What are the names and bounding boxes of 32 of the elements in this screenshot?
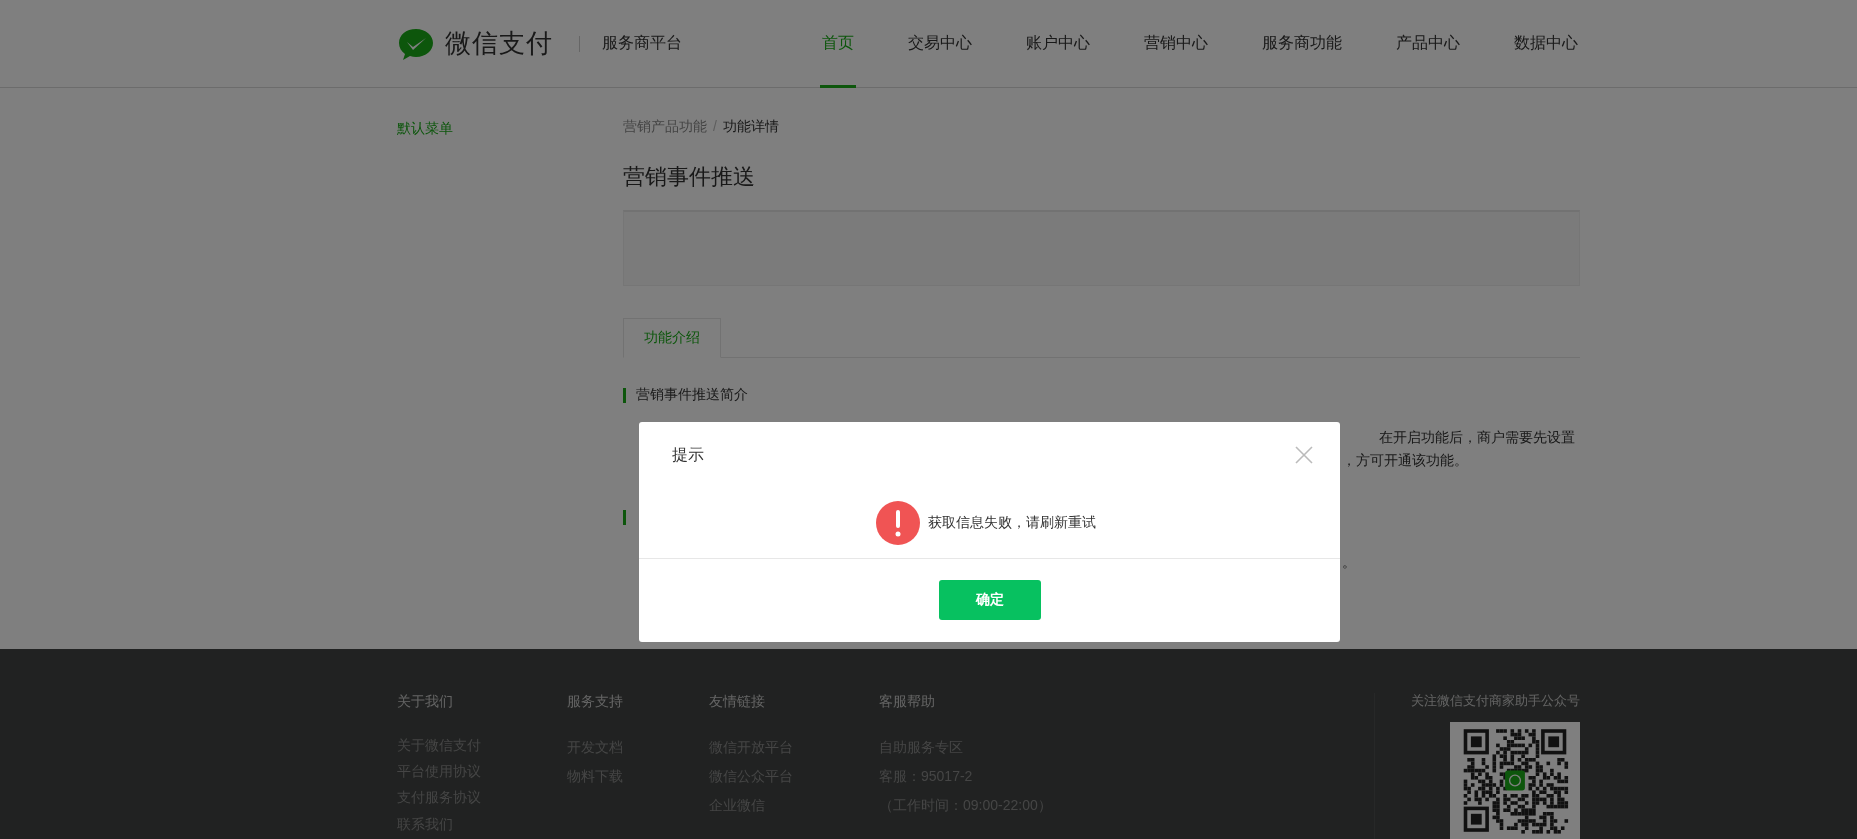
nav-tab[interactable]: 营销中心 [1142,0,1210,88]
footer-heading: 友情链接 [709,693,766,711]
section-marker [623,387,626,403]
nav-tab[interactable]: 产品中心 [1394,0,1462,88]
footer-heading: 客服帮助 [879,693,936,711]
sidebar-item[interactable]: 默认菜单 [397,120,623,138]
nav-tab[interactable]: 交易中心 [906,0,974,88]
qr-code-icon [1450,722,1580,839]
section-marker [623,509,626,525]
logo-text: 微信支付 [445,27,553,60]
close-icon[interactable] [1294,445,1314,465]
breadcrumb-link[interactable]: 营销产品功能 [623,118,707,136]
platform-name: 服务商平台 [602,33,682,53]
warning-icon [875,501,920,545]
dialog-title: 提示 [672,444,704,465]
dialog-message: 获取信息失败，请刷新重试 [927,514,1096,532]
nav-tab[interactable]: 账户中心 [1024,0,1092,88]
paragraph-text: 。 [1342,554,1356,572]
qr-caption: 关注微信支付商家助手公众号 [1411,693,1580,710]
paragraph-text: 在开启功能后，商户需要先设置 [1379,429,1575,447]
nav-tab[interactable]: 数据中心 [1512,0,1580,88]
page-title: 营销事件推送 [623,163,756,191]
tab[interactable]: 功能介绍 [623,318,721,358]
confirm-button[interactable]: 确定 [938,580,1041,620]
nav-tab[interactable]: 首页 [820,0,856,88]
breadcrumb-current: 功能详情 [722,118,779,136]
nav-tab[interactable]: 服务商功能 [1260,0,1344,88]
paragraph-text: ，方可开通该功能。 [1342,452,1468,470]
footer-heading: 服务支持 [567,693,624,711]
section-heading: 营销事件推送简介 [636,386,748,404]
chat-bubble-icon [397,26,435,61]
breadcrumb-separator: / [713,118,717,136]
